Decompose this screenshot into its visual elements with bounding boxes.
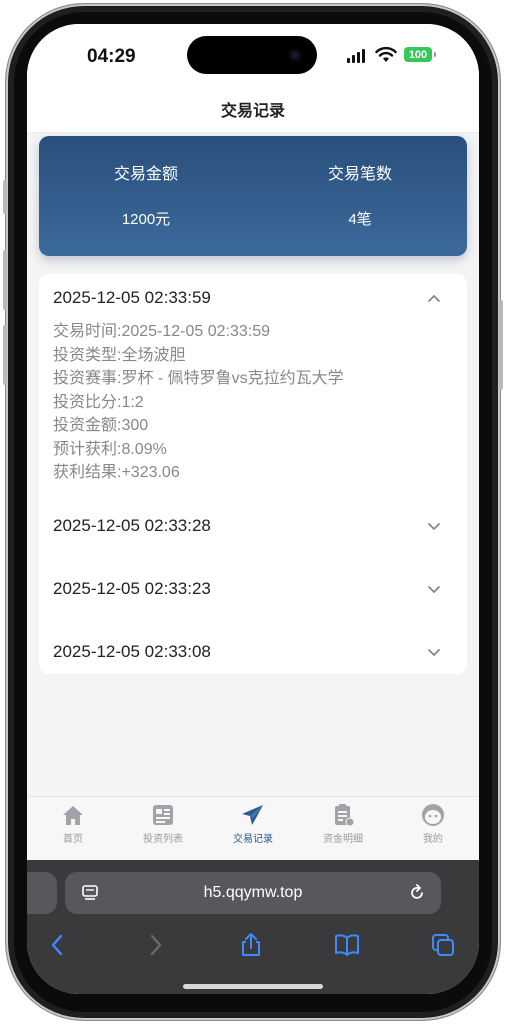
tab-home[interactable]: 首页 <box>28 803 118 845</box>
bookmarks-icon[interactable] <box>334 932 360 958</box>
tab-fund-details[interactable]: 资金明细 <box>298 803 388 845</box>
face-icon <box>422 804 444 826</box>
status-time: 04:29 <box>87 46 136 67</box>
signal-icon <box>347 49 365 63</box>
detail-expected-profit: 预计获利:8.09% <box>53 440 167 458</box>
chevron-down-icon[interactable] <box>427 519 441 533</box>
side-button <box>3 180 7 214</box>
detail-time: 交易时间:2025-12-05 02:33:59 <box>53 323 271 340</box>
tab-mine[interactable]: 我的 <box>388 803 478 845</box>
page-title: 交易记录 <box>220 103 285 120</box>
power-button <box>499 300 503 390</box>
tabs-icon[interactable] <box>430 932 456 958</box>
browser-toolbar: h5.qqymw.top <box>27 860 479 994</box>
record-item[interactable]: 2025-12-05 02:33:23 <box>39 567 467 629</box>
home-icon <box>63 806 83 825</box>
count-label: 交易笔数 <box>327 166 392 183</box>
forward-icon[interactable] <box>142 932 168 958</box>
record-item[interactable]: 2025-12-05 02:33:08 <box>39 630 467 674</box>
volume-up-button <box>3 250 7 310</box>
chevron-up-icon[interactable] <box>427 291 441 305</box>
detail-match: 投资赛事:罗杯 - 佩特罗鲁vs克拉约瓦大学 <box>53 370 344 387</box>
paper-plane-icon <box>242 805 263 825</box>
status-bar: 04:29 100 <box>27 24 479 86</box>
record-datetime: 2025-12-05 02:33:08 <box>53 642 211 661</box>
share-icon[interactable] <box>238 932 264 958</box>
tab-label: 我的 <box>423 834 443 845</box>
record-item[interactable]: 2025-12-05 02:33:28 <box>39 504 467 566</box>
tab-label: 资金明细 <box>323 834 363 845</box>
invest-list-icon <box>153 805 173 825</box>
battery-level: 100 <box>408 48 428 61</box>
nav-bar: 交易记录 <box>27 86 479 133</box>
address-bar[interactable]: h5.qqymw.top <box>65 872 441 914</box>
dynamic-island <box>187 36 317 74</box>
page-menu-icon[interactable] <box>81 884 99 902</box>
chevron-down-icon[interactable] <box>427 582 441 596</box>
record-datetime: 2025-12-05 02:33:23 <box>53 579 211 598</box>
summary-card: 交易金额 交易笔数 1200元 4笔 <box>39 136 467 256</box>
record-list: 2025-12-05 02:33:59 交易时间:2025-12-05 02:3… <box>39 274 467 674</box>
previous-tab-preview[interactable] <box>27 872 57 914</box>
screen: 04:29 100 交易记录 交易金额 交易笔数 1200元 4笔 2025-1… <box>27 24 479 994</box>
detail-result: 获利结果:+323.06 <box>53 464 180 481</box>
back-icon[interactable] <box>45 932 71 958</box>
tab-trade-records[interactable]: 交易记录 <box>208 803 298 845</box>
count-value: 4笔 <box>348 211 372 228</box>
tab-label: 交易记录 <box>233 834 273 845</box>
amount-label: 交易金额 <box>113 166 178 183</box>
reload-icon[interactable] <box>407 883 427 903</box>
record-item[interactable]: 2025-12-05 02:33:59 交易时间:2025-12-05 02:3… <box>39 274 467 504</box>
detail-score: 投资比分:1:2 <box>53 393 144 411</box>
tab-invest-list[interactable]: 投资列表 <box>118 803 208 845</box>
detail-amount: 投资金额:300 <box>53 417 149 434</box>
record-details: 交易时间:2025-12-05 02:33:59 投资类型:全场波胆 投资赛事:… <box>53 320 344 485</box>
camera-icon <box>289 49 301 61</box>
detail-type: 投资类型:全场波胆 <box>53 346 186 364</box>
home-indicator <box>183 984 323 989</box>
amount-value: 1200元 <box>121 211 171 228</box>
url-text: h5.qqymw.top <box>203 884 303 901</box>
tab-label: 首页 <box>63 834 83 845</box>
record-datetime: 2025-12-05 02:33:28 <box>53 516 211 535</box>
volume-down-button <box>3 325 7 385</box>
record-datetime: 2025-12-05 02:33:59 <box>53 288 211 307</box>
tab-label: 投资列表 <box>143 834 183 845</box>
tab-bar: 首页 投资列表 交易记录 资金明细 我的 <box>27 796 479 861</box>
chevron-down-icon[interactable] <box>427 645 441 659</box>
clipboard-icon <box>335 804 355 827</box>
wifi-icon <box>375 46 397 62</box>
battery-icon: 100 <box>404 47 436 62</box>
